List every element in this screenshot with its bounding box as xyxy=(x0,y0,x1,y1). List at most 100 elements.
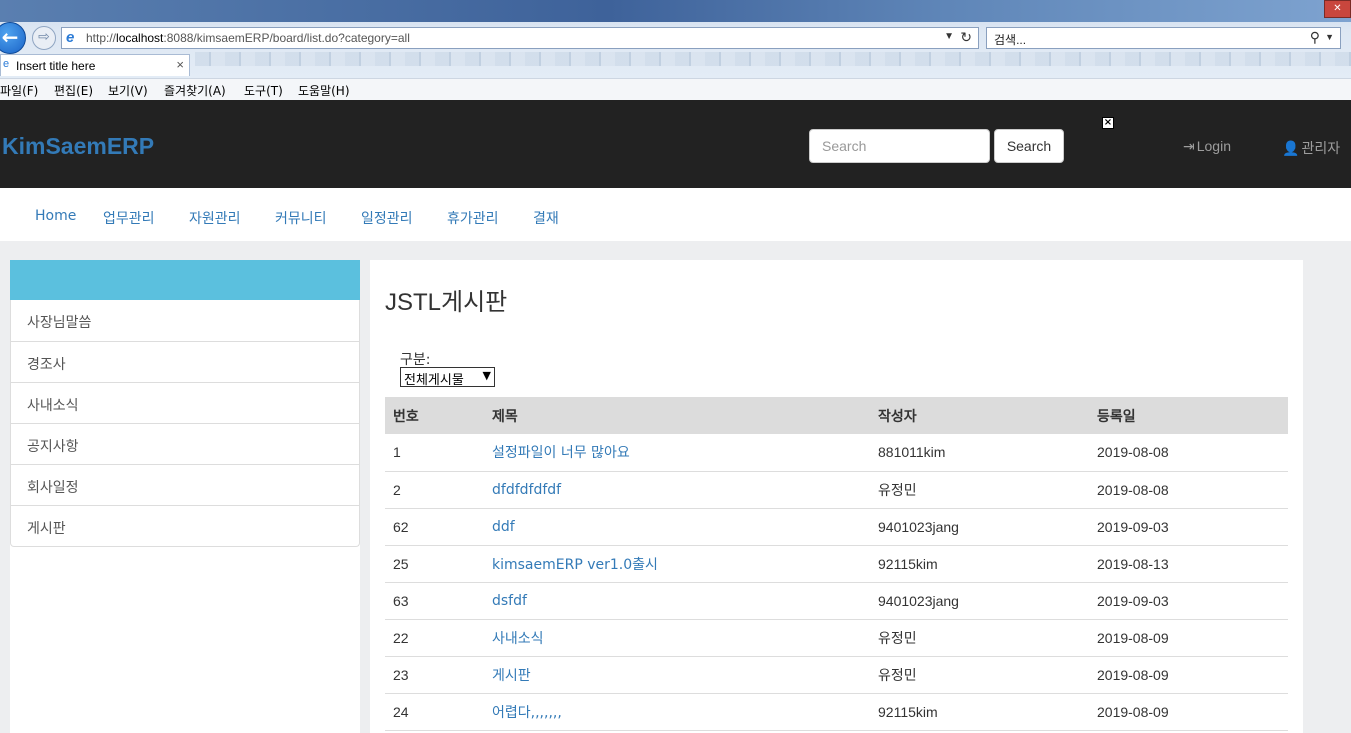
row-author: 유정민 xyxy=(870,619,1089,657)
row-date: 2019-08-09 xyxy=(1089,619,1288,657)
sidebar-item-company-schedule[interactable]: 회사일정 xyxy=(11,464,359,505)
chevron-down-icon[interactable]: ▼ xyxy=(944,31,954,42)
menu-community[interactable]: 커뮤니티 xyxy=(275,208,327,228)
table-row: 24 어렵다,,,,,,, 92115kim 2019-08-09 xyxy=(385,693,1288,731)
row-title-link[interactable]: 설정파일이 너무 많아요 xyxy=(484,434,870,472)
close-icon[interactable]: × xyxy=(1102,117,1114,129)
table-row: 63 dsfdf 9401023jang 2019-09-03 xyxy=(385,582,1288,620)
menu-resources[interactable]: 자원관리 xyxy=(189,208,241,228)
sidebar-item-board[interactable]: 게시판 xyxy=(11,505,359,546)
url-prefix: http:// xyxy=(86,31,117,45)
user-icon: 👤 xyxy=(1282,140,1300,156)
browser-chrome: ✕ ← ⇨ e http://localhost:8088/kimsaemERP… xyxy=(0,0,1351,100)
category-select[interactable]: 전체게시물 ▼ xyxy=(400,367,495,388)
row-number: 1 xyxy=(385,434,484,472)
url-path: :8088/kimsaemERP/board/list.do?category=… xyxy=(163,31,410,45)
browser-search-box[interactable]: 검색... ⚲ ▼ xyxy=(986,27,1341,49)
menu-home[interactable]: Home xyxy=(35,208,76,224)
row-title-link[interactable]: dfdfdfdfdf xyxy=(484,471,870,509)
app-navbar: KimSaemERP Search × ⇥Login 👤관리자 xyxy=(0,100,1351,188)
row-author: 유정민 xyxy=(870,471,1089,509)
row-author: 881011kim xyxy=(870,434,1089,472)
main-content: JSTL게시판 구분: 전체게시물 ▼ 번호 제목 작성자 등록일 1 설정파일… xyxy=(370,260,1303,733)
back-arrow-icon: ← xyxy=(1,25,19,49)
brand-logo[interactable]: KimSaemERP xyxy=(2,133,154,160)
browser-tab[interactable]: e Insert title here × xyxy=(0,54,190,76)
row-title-link[interactable]: dsfdf xyxy=(484,582,870,620)
login-icon: ⇥ xyxy=(1183,138,1195,154)
chevron-down-icon[interactable]: ▼ xyxy=(1325,32,1334,42)
browser-menubar: 파일(F) 편집(E) 보기(V) 즐겨찾기(A) 도구(T) 도움말(H) xyxy=(0,78,1351,100)
forward-arrow-icon: ⇨ xyxy=(38,29,50,45)
row-author: 유정민 xyxy=(870,656,1089,694)
sidebar-header xyxy=(10,260,360,300)
table-header-row: 번호 제목 작성자 등록일 xyxy=(385,397,1288,434)
table-row: 22 사내소식 유정민 2019-08-09 xyxy=(385,619,1288,657)
row-date: 2019-08-08 xyxy=(1089,434,1288,472)
login-label: Login xyxy=(1196,138,1231,154)
row-date: 2019-08-09 xyxy=(1089,693,1288,731)
sidebar: 사장님말씀 경조사 사내소식 공지사항 회사일정 게시판 xyxy=(10,260,360,733)
row-title-link[interactable]: kimsaemERP ver1.0출시 xyxy=(484,545,870,583)
row-number: 23 xyxy=(385,656,484,694)
address-bar[interactable]: e http://localhost:8088/kimsaemERP/board… xyxy=(61,27,979,49)
refresh-icon[interactable]: ↻ xyxy=(960,29,972,46)
menu-help[interactable]: 도움말(H) xyxy=(298,82,350,99)
main-menu: Home 업무관리 자원관리 커뮤니티 일정관리 휴가관리 결재 xyxy=(0,188,1351,241)
board-table: 번호 제목 작성자 등록일 1 설정파일이 너무 많아요 881011kim 2… xyxy=(385,397,1288,731)
row-title-link[interactable]: 어렵다,,,,,,, xyxy=(484,693,870,731)
row-date: 2019-08-13 xyxy=(1089,545,1288,583)
search-icon[interactable]: ⚲ xyxy=(1310,29,1320,46)
row-number: 62 xyxy=(385,508,484,546)
user-link[interactable]: 👤 관리자 xyxy=(1282,138,1340,158)
menu-approval[interactable]: 결재 xyxy=(533,208,559,228)
row-number: 22 xyxy=(385,619,484,657)
row-number: 24 xyxy=(385,693,484,731)
url-host: localhost xyxy=(116,31,164,45)
forward-button[interactable]: ⇨ xyxy=(32,26,56,50)
browser-search-placeholder: 검색... xyxy=(994,33,1027,47)
table-row: 25 kimsaemERP ver1.0출시 92115kim 2019-08-… xyxy=(385,545,1288,583)
row-author: 92115kim xyxy=(870,545,1089,583)
menu-edit[interactable]: 편집(E) xyxy=(54,82,93,99)
menu-tools[interactable]: 도구(T) xyxy=(244,82,283,99)
menu-work[interactable]: 업무관리 xyxy=(103,208,155,228)
menu-file[interactable]: 파일(F) xyxy=(0,82,38,99)
category-label: 구분: xyxy=(400,352,431,368)
sidebar-item-notices[interactable]: 공지사항 xyxy=(11,423,359,464)
menu-vacation[interactable]: 휴가관리 xyxy=(447,208,499,228)
row-number: 25 xyxy=(385,545,484,583)
table-row: 1 설정파일이 너무 많아요 881011kim 2019-08-08 xyxy=(385,434,1288,472)
row-author: 9401023jang xyxy=(870,582,1089,620)
col-author: 작성자 xyxy=(870,397,1089,434)
back-button[interactable]: ← xyxy=(0,22,26,54)
tab-close-icon[interactable]: × xyxy=(176,57,184,72)
sidebar-item-events[interactable]: 경조사 xyxy=(11,341,359,382)
menu-schedule[interactable]: 일정관리 xyxy=(361,208,413,228)
menu-favorites[interactable]: 즐겨찾기(A) xyxy=(164,82,226,99)
row-date: 2019-08-09 xyxy=(1089,656,1288,694)
user-label: 관리자 xyxy=(1301,140,1341,156)
window-close-button[interactable]: ✕ xyxy=(1324,0,1351,18)
row-author: 92115kim xyxy=(870,693,1089,731)
table-row: 62 ddf 9401023jang 2019-09-03 xyxy=(385,508,1288,546)
login-link[interactable]: ⇥ Login xyxy=(1183,138,1231,155)
row-title-link[interactable]: ddf xyxy=(484,508,870,546)
row-title-link[interactable]: 게시판 xyxy=(484,656,870,694)
row-date: 2019-09-03 xyxy=(1089,508,1288,546)
tab-title: Insert title here xyxy=(16,59,96,73)
table-row: 23 게시판 유정민 2019-08-09 xyxy=(385,656,1288,694)
url-text[interactable]: http://localhost:8088/kimsaemERP/board/l… xyxy=(86,31,410,45)
ie-logo-icon: e xyxy=(66,29,75,46)
row-date: 2019-08-08 xyxy=(1089,471,1288,509)
sidebar-item-ceo-message[interactable]: 사장님말씀 xyxy=(11,300,359,341)
toolbar-icons-strip xyxy=(195,52,1351,66)
search-input[interactable] xyxy=(809,129,990,163)
menu-view[interactable]: 보기(V) xyxy=(108,82,148,99)
search-button[interactable]: Search xyxy=(994,129,1064,163)
sidebar-item-news[interactable]: 사내소식 xyxy=(11,382,359,423)
col-number: 번호 xyxy=(385,397,484,434)
row-title-link[interactable]: 사내소식 xyxy=(484,619,870,657)
window-title-strip xyxy=(0,0,1351,22)
chevron-down-icon: ▼ xyxy=(482,369,491,382)
